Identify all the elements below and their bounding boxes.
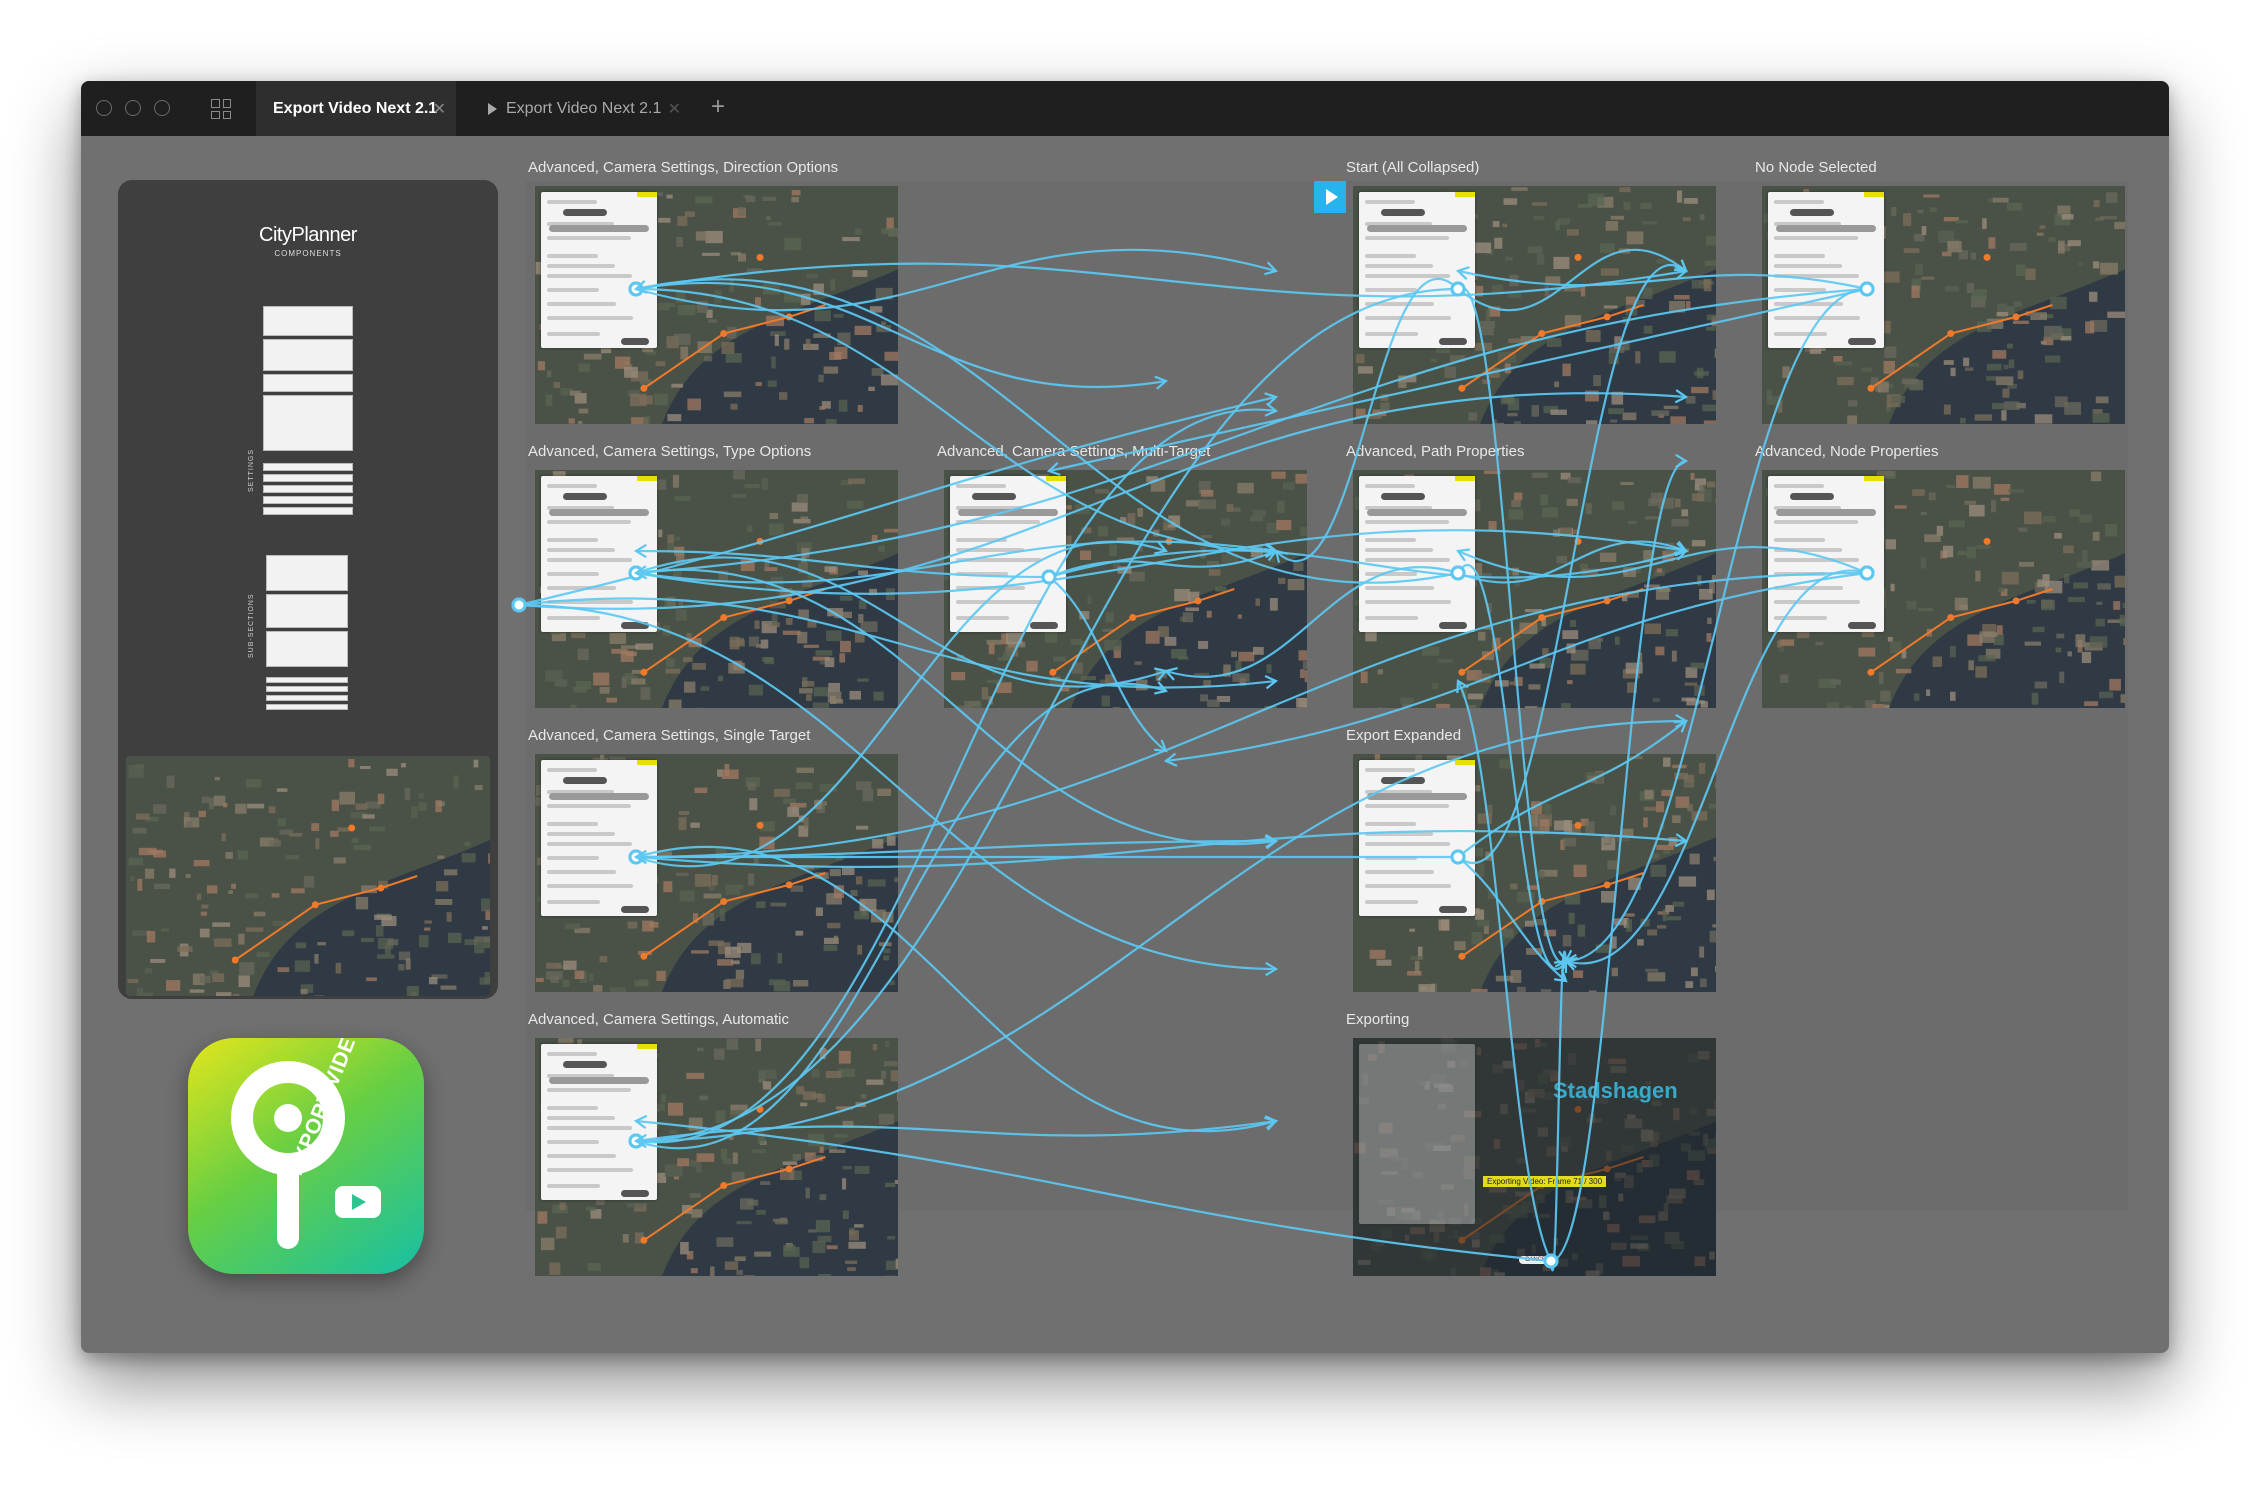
tab-label: Export Video Next 2.1 <box>506 99 662 117</box>
hotspot-dot[interactable] <box>511 597 527 613</box>
screen-thumbnail[interactable] <box>1353 470 1716 708</box>
hotspot-dot[interactable] <box>511 597 527 613</box>
screen-thumbnail[interactable] <box>535 470 898 708</box>
tab-export-video-prototype[interactable]: Export Video Next 2.1 ✕ <box>471 81 691 136</box>
component-preview <box>266 686 348 692</box>
tab-export-video-active[interactable]: Export Video Next 2.1 ✕ <box>256 81 456 136</box>
grid-view-icon[interactable] <box>211 99 231 119</box>
screen-title: Advanced, Path Properties <box>1346 443 1525 460</box>
component-preview <box>263 395 353 451</box>
tab-label: Export Video Next 2.1 <box>273 99 438 117</box>
settings-panel <box>1768 192 1884 348</box>
component-preview <box>266 631 348 667</box>
component-preview <box>266 695 348 701</box>
cancel-button[interactable]: CANCEL <box>1519 1256 1556 1264</box>
minimize-window-button[interactable] <box>125 100 141 116</box>
new-tab-button[interactable]: + <box>711 93 725 121</box>
screen-thumbnail[interactable] <box>535 186 898 424</box>
screen-title: Advanced, Camera Settings, Type Options <box>528 443 812 460</box>
close-tab-icon[interactable]: ✕ <box>668 99 681 119</box>
satellite-map-image <box>126 756 490 996</box>
settings-panel <box>1359 192 1475 348</box>
screen-title: Advanced, Camera Settings, Automatic <box>528 1011 789 1028</box>
start-flow-play-button[interactable] <box>1314 181 1346 213</box>
component-preview <box>263 485 353 493</box>
screen-thumbnail-exporting[interactable]: Stadshagen Exporting Video: Frame 71 / 3… <box>1353 1038 1716 1276</box>
screen-thumbnail[interactable] <box>1762 470 2125 708</box>
screen-title: Advanced, Camera Settings, Direction Opt… <box>528 159 839 176</box>
dimmed-settings-panel <box>1359 1044 1475 1224</box>
screen-title: Advanced, Camera Settings, Single Target <box>528 727 811 744</box>
settings-component-stack <box>263 306 353 518</box>
component-preview <box>263 339 353 371</box>
component-preview <box>263 496 353 504</box>
settings-label: SETTINGS <box>248 448 255 492</box>
settings-panel <box>541 192 657 348</box>
screen-thumbnail[interactable] <box>535 1038 898 1276</box>
title-bar: Export Video Next 2.1 ✕ Export Video Nex… <box>81 81 2169 136</box>
settings-panel <box>1359 760 1475 916</box>
close-tab-icon[interactable]: ✕ <box>433 99 446 119</box>
screen-thumbnail[interactable] <box>1353 186 1716 424</box>
cityplanner-logo: CityPlanner COMPONENTS <box>118 224 498 258</box>
hotspot-dot[interactable] <box>511 597 527 613</box>
component-preview <box>266 555 348 591</box>
components-sidebar: CityPlanner COMPONENTS SETTINGS SUB-SECT… <box>118 180 498 999</box>
settings-panel <box>950 476 1066 632</box>
play-icon <box>488 102 497 115</box>
screen-thumbnail[interactable] <box>944 470 1307 708</box>
component-preview <box>266 677 348 683</box>
screen-thumbnail[interactable] <box>1353 754 1716 992</box>
map-preview[interactable] <box>126 756 490 996</box>
screen-title: Start (All Collapsed) <box>1346 159 1480 176</box>
subsections-label: SUB-SECTIONS <box>248 593 255 658</box>
screen-thumbnail[interactable] <box>535 754 898 992</box>
component-preview <box>263 474 353 482</box>
screen-title: Exporting <box>1346 1011 1410 1028</box>
settings-panel <box>541 476 657 632</box>
subsection-component-stack <box>266 555 348 713</box>
component-preview <box>266 704 348 710</box>
logo-accent: Planner <box>291 224 358 246</box>
exporting-map-label: Stadshagen <box>1553 1078 1678 1103</box>
settings-panel <box>541 760 657 916</box>
component-preview <box>263 306 353 336</box>
settings-panel <box>1359 476 1475 632</box>
logo-subtitle: COMPONENTS <box>274 249 342 258</box>
screen-thumbnail[interactable] <box>1762 186 2125 424</box>
settings-panel <box>541 1044 657 1200</box>
close-window-button[interactable] <box>96 100 112 116</box>
zoom-window-button[interactable] <box>154 100 170 116</box>
export-progress-caption: Exporting Video: Frame 71 / 300 <box>1483 1176 1607 1187</box>
component-preview <box>263 374 353 392</box>
export-video-app-icon: EXPORT VIDEO <box>188 1038 424 1274</box>
screen-title: Export Expanded <box>1346 727 1462 744</box>
screen-title: Advanced, Node Properties <box>1755 443 1939 460</box>
screen-title: Advanced, Camera Settings, Multi-Target <box>937 443 1211 460</box>
logo-main: City <box>259 224 292 246</box>
component-preview <box>263 463 353 471</box>
hotspot-dot[interactable] <box>511 597 527 613</box>
prototype-window: Export Video Next 2.1 ✕ Export Video Nex… <box>81 81 2169 1353</box>
screen-title: No Node Selected <box>1755 159 1877 176</box>
component-preview <box>263 507 353 515</box>
component-preview <box>266 594 348 628</box>
settings-panel <box>1768 476 1884 632</box>
